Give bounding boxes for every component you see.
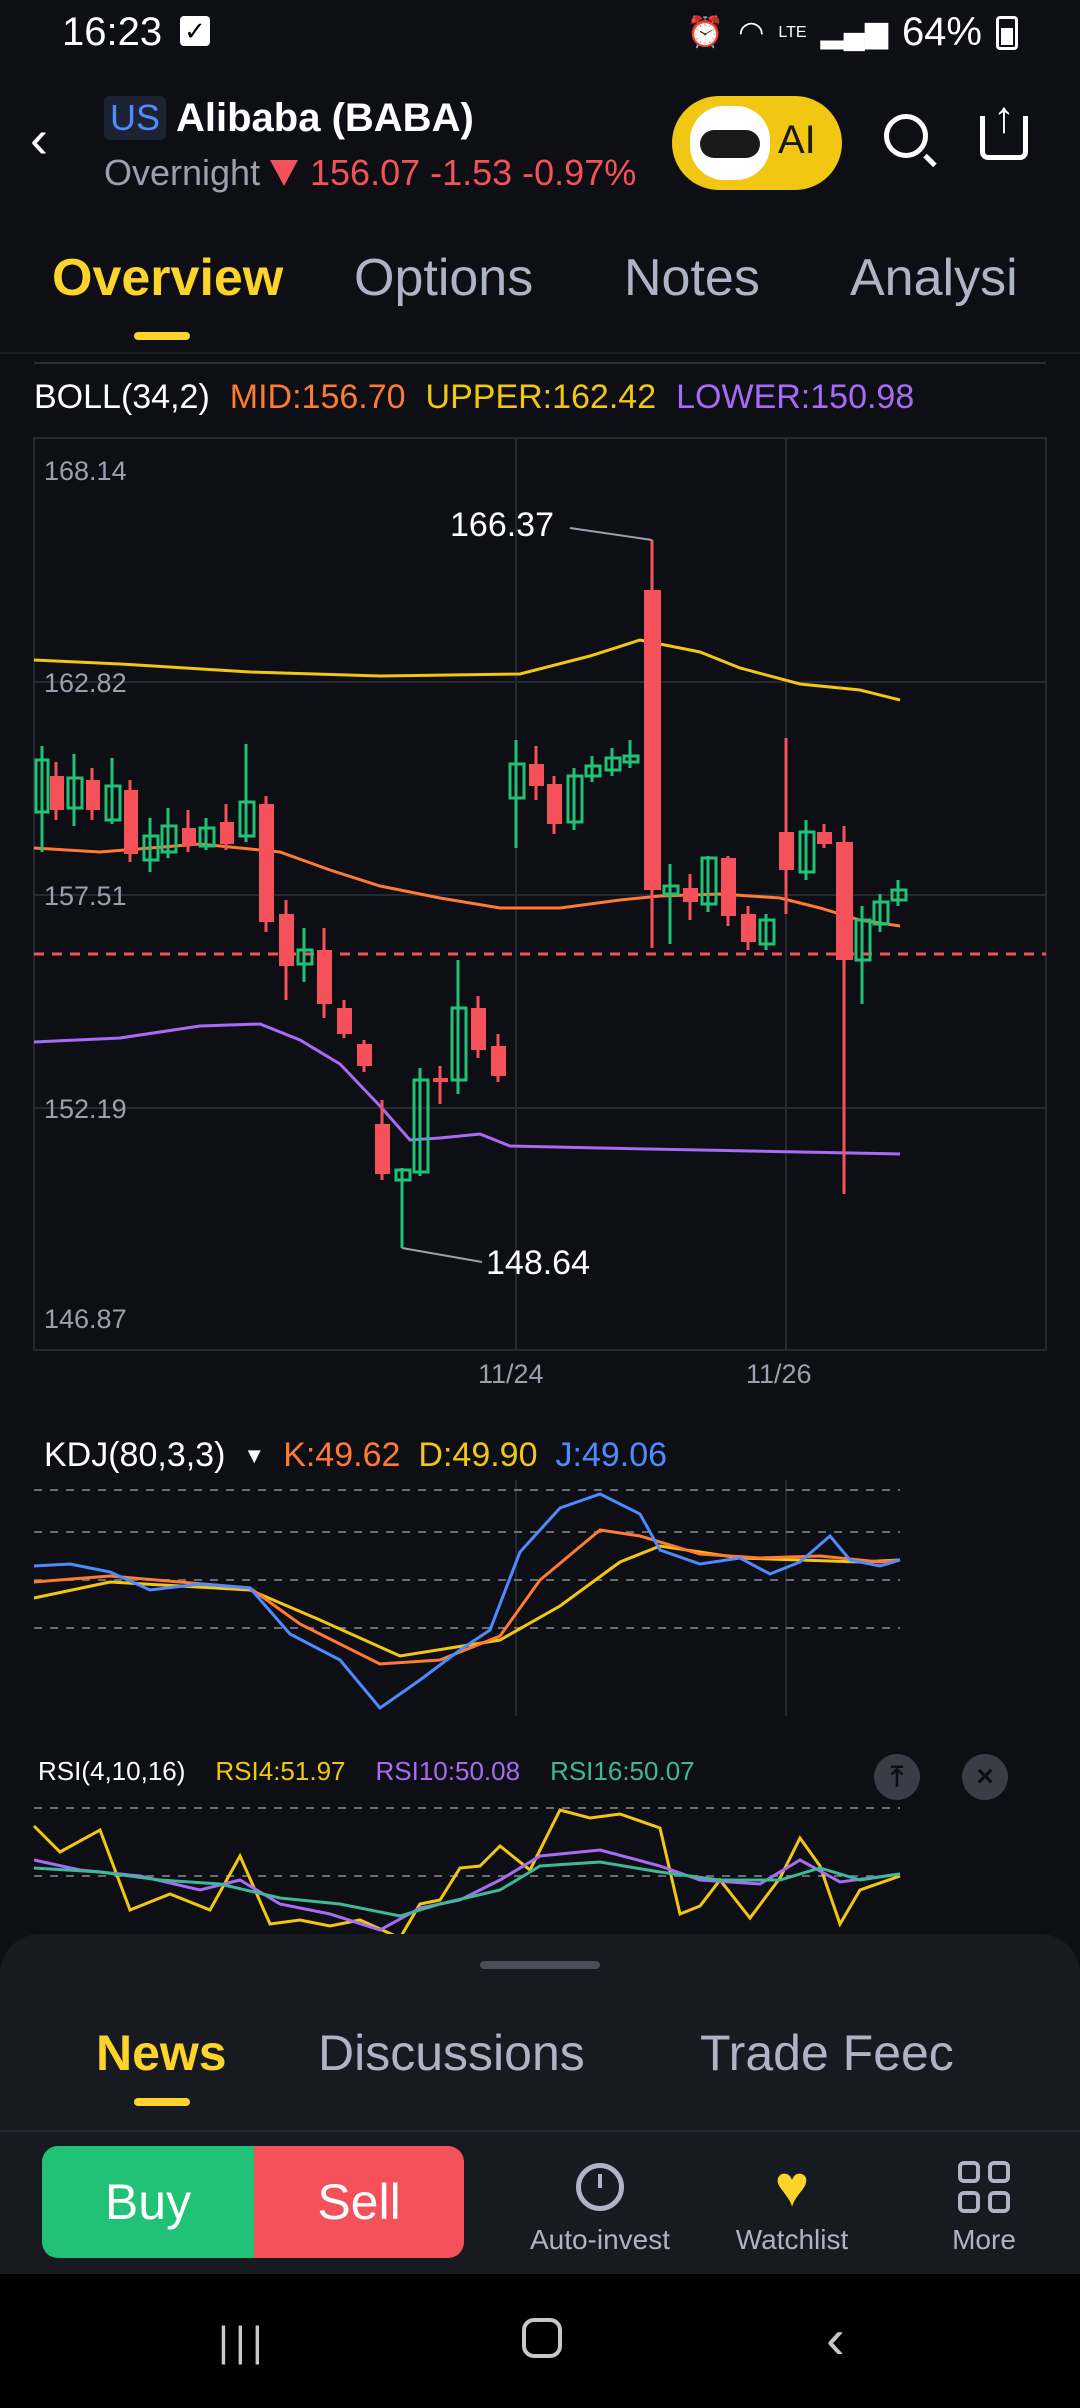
- robot-mascot-icon: [690, 106, 770, 180]
- boll-mid-line: [33, 842, 901, 928]
- rsi4-value: RSI4:51.97: [215, 1756, 346, 1786]
- buy-button[interactable]: Buy: [42, 2146, 254, 2258]
- wifi-icon: ◠: [738, 16, 765, 49]
- chevron-down-icon[interactable]: ▼: [243, 1443, 265, 1469]
- y-axis-label: 157.51: [44, 881, 127, 911]
- tab-overview[interactable]: Overview: [52, 248, 283, 308]
- candlestick-chart[interactable]: 168.14 162.82 157.51 152.19 146.87 11/24…: [0, 430, 1080, 1390]
- rsi4-line: [32, 1808, 901, 1936]
- price-down-icon: [270, 160, 298, 186]
- y-axis-label: 168.14: [44, 456, 127, 486]
- kdj-label: KDJ(80,3,3): [44, 1436, 226, 1474]
- tab-news[interactable]: News: [96, 2024, 227, 2082]
- grid-icon: [958, 2161, 1010, 2213]
- rsi-label: RSI(4,10,16): [38, 1756, 186, 1786]
- boll-mid: MID:156.70: [229, 378, 406, 416]
- stock-title: Alibaba (BABA): [176, 96, 474, 140]
- share-arrow-icon: ↑: [993, 93, 1015, 142]
- alarm-icon: ⏰: [686, 16, 725, 49]
- search-icon[interactable]: [884, 114, 928, 158]
- high-marker-leader: [569, 527, 653, 541]
- low-marker-leader: [401, 1247, 483, 1263]
- more-button[interactable]: More: [904, 2156, 1064, 2256]
- boll-upper-line: [33, 638, 901, 702]
- back-nav-icon[interactable]: ‹: [826, 2306, 845, 2371]
- kdj-chart[interactable]: [0, 1480, 1080, 1716]
- watchlist-button[interactable]: ♥ Watchlist: [712, 2156, 872, 2256]
- y-axis-label: 146.87: [44, 1304, 127, 1334]
- x-axis-label: 11/24: [478, 1359, 544, 1389]
- tab-options[interactable]: Options: [354, 248, 533, 308]
- sell-button[interactable]: Sell: [254, 2146, 464, 2258]
- watchlist-label: Watchlist: [735, 2224, 849, 2255]
- signal-icon: ▂▄▆: [820, 16, 888, 49]
- status-time: 16:23: [62, 10, 163, 54]
- market-badge: US: [104, 96, 166, 140]
- session-label: Overnight: [104, 152, 261, 193]
- tab-indicator: [134, 2098, 190, 2106]
- ai-label: AI: [778, 118, 816, 162]
- drag-handle[interactable]: [480, 1961, 600, 1969]
- rsi-chart[interactable]: [0, 1800, 1080, 1936]
- back-button[interactable]: ‹: [30, 108, 48, 170]
- kdj-j-line: [33, 1492, 901, 1711]
- lte-icon: LTE: [778, 23, 807, 41]
- high-marker-label: 166.37: [450, 506, 554, 544]
- timer-icon: [576, 2163, 624, 2211]
- divider: [34, 362, 1046, 364]
- tab-trade-feed[interactable]: Trade Feec: [700, 2024, 954, 2082]
- y-axis-label: 162.82: [44, 668, 127, 698]
- pin-to-top-icon[interactable]: ⤒: [874, 1754, 920, 1800]
- low-marker-label: 148.64: [486, 1244, 590, 1282]
- boll-lower: LOWER:150.98: [676, 378, 915, 416]
- rsi16-value: RSI16:50.07: [550, 1756, 695, 1786]
- more-label: More: [952, 2224, 1016, 2255]
- kdj-d-line: [33, 1544, 901, 1658]
- auto-invest-label: Auto-invest: [529, 2224, 671, 2255]
- close-icon[interactable]: ×: [962, 1754, 1008, 1800]
- boll-upper: UPPER:162.42: [425, 378, 657, 416]
- battery-percent: 64%: [901, 10, 982, 54]
- auto-invest-button[interactable]: Auto-invest: [520, 2156, 680, 2256]
- x-axis-label: 11/26: [746, 1359, 812, 1389]
- tab-indicator: [134, 332, 190, 340]
- kdj-j: J:49.06: [555, 1436, 668, 1474]
- battery-icon: [996, 15, 1018, 50]
- boll-label: BOLL(34,2): [34, 378, 210, 416]
- home-icon[interactable]: [522, 2318, 562, 2358]
- checkbox-notification-icon: ✓: [180, 16, 210, 46]
- status-icons: ⏰ ◠ LTE ▂▄▆ 64%: [687, 10, 1018, 55]
- recent-apps-icon[interactable]: |||: [218, 2318, 269, 2366]
- heart-icon: ♥: [774, 2154, 810, 2219]
- rsi10-value: RSI10:50.08: [375, 1756, 521, 1786]
- kdj-k: K:49.62: [283, 1436, 401, 1474]
- kdj-d: D:49.90: [418, 1436, 538, 1474]
- tab-notes[interactable]: Notes: [624, 248, 760, 308]
- divider: [0, 352, 1080, 354]
- tab-analysis[interactable]: Analysi: [850, 248, 1018, 308]
- rsi-legend[interactable]: RSI(4,10,16) RSI4:51.97 RSI10:50.08 RSI1…: [38, 1756, 695, 1787]
- tab-discussions[interactable]: Discussions: [318, 2024, 585, 2082]
- kdj-legend[interactable]: KDJ(80,3,3) ▼ K:49.62 D:49.90 J:49.06: [44, 1436, 667, 1475]
- price-quote: 156.07 -1.53 -0.97%: [310, 152, 637, 193]
- y-axis-label: 152.19: [44, 1094, 127, 1124]
- boll-legend[interactable]: BOLL(34,2) MID:156.70 UPPER:162.42 LOWER…: [34, 378, 914, 417]
